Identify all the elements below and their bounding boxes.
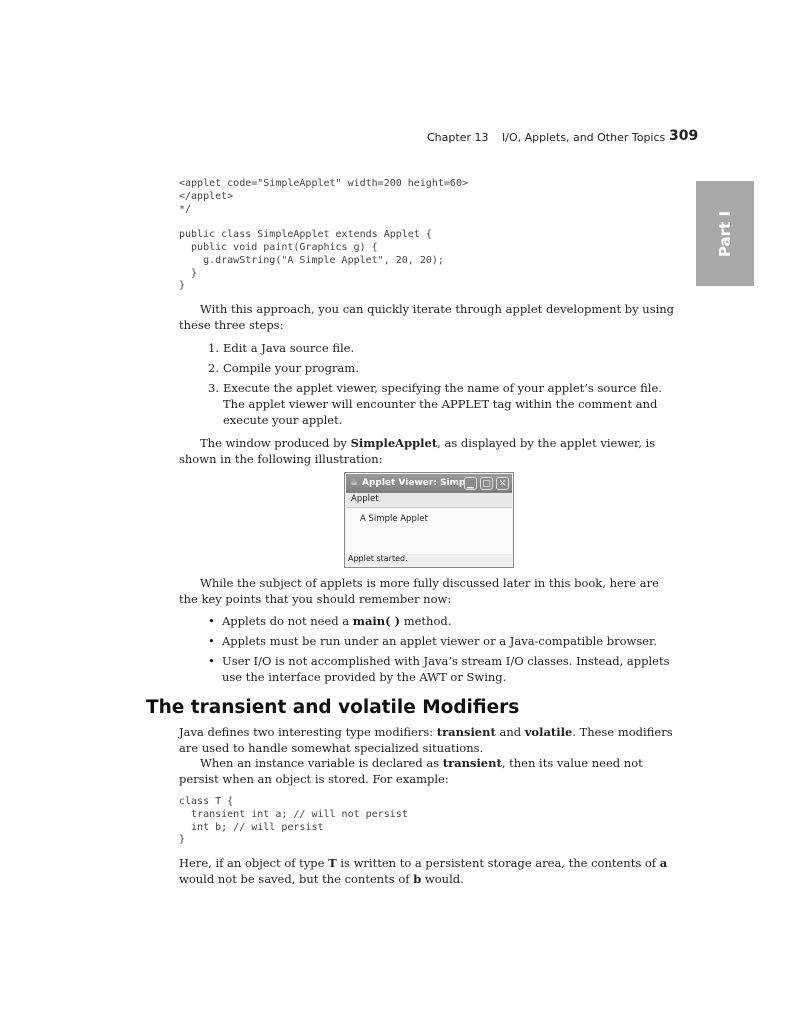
steps-list: 1. Edit a Java source file. 2. Compile you… xyxy=(208,340,668,432)
part-tab: Part I xyxy=(696,181,754,286)
paragraph-key-points: While the subject of applets is more ful… xyxy=(179,576,659,606)
page-number: 309 xyxy=(669,128,699,144)
header-chapter: Chapter 13 xyxy=(427,131,489,144)
window-title: Applet Viewer: Simp... xyxy=(362,478,476,488)
code-listing-class-t: class T { transient int a; // will not p… xyxy=(179,796,408,846)
list-item: 1. Edit a Java source file. xyxy=(208,341,355,355)
header-topic: I/O, Applets, and Other Topics xyxy=(502,131,666,144)
list-item: 3. Execute the applet viewer, specifying … xyxy=(208,381,662,427)
status-text: Applet started. xyxy=(348,554,408,563)
bullet-icon: • xyxy=(208,634,215,648)
list-item: • User I/O is not accomplished with Java’… xyxy=(208,654,670,684)
paragraph-approach: With this approach, you can quickly iter… xyxy=(179,302,675,332)
list-item: 2. Compile your program. xyxy=(208,361,359,375)
paragraph-example-explained: Here, if an object of type T is written … xyxy=(179,856,668,886)
window-menubar: Applet xyxy=(346,493,512,508)
paragraph-type-modifiers: Java defines two interesting type modifi… xyxy=(179,725,673,755)
bullet-icon: • xyxy=(208,654,215,668)
list-item: • Applets must be run under an applet vie… xyxy=(208,634,657,648)
code-listing-simpleapplet: <applet code="SimpleApplet" width=200 he… xyxy=(179,178,468,292)
list-item: • Applets do not need a main( ) method. xyxy=(208,614,452,628)
minimize-icon: ▁ xyxy=(464,477,477,490)
bullet-icon: • xyxy=(208,614,215,628)
paragraph-transient-explained: When an instance variable is declared as… xyxy=(179,756,643,786)
applet-output-text: A Simple Applet xyxy=(360,514,428,524)
maximize-icon: ▢ xyxy=(480,477,493,490)
applet-viewer-window-illustration: ☕ Applet Viewer: Simp... ▁ ▢ ✕ Applet A … xyxy=(344,472,514,568)
running-header: Chapter 13 I/O, Applets, and Other Topic… xyxy=(0,128,792,148)
part-tab-label: Part I xyxy=(716,210,734,257)
paragraph-window-produced: The window produced by SimpleApplet, as … xyxy=(179,436,656,466)
close-icon: ✕ xyxy=(496,477,509,490)
menu-applet: Applet xyxy=(351,494,379,504)
window-statusbar: Applet started. xyxy=(346,554,512,566)
window-titlebar: ☕ Applet Viewer: Simp... ▁ ▢ ✕ xyxy=(346,474,512,493)
applet-canvas: A Simple Applet xyxy=(346,508,512,554)
java-app-icon: ☕ xyxy=(350,478,359,488)
key-points-list: • Applets do not need a main( ) method. •… xyxy=(208,613,678,689)
section-heading: The transient and volatile Modifiers xyxy=(146,697,520,718)
